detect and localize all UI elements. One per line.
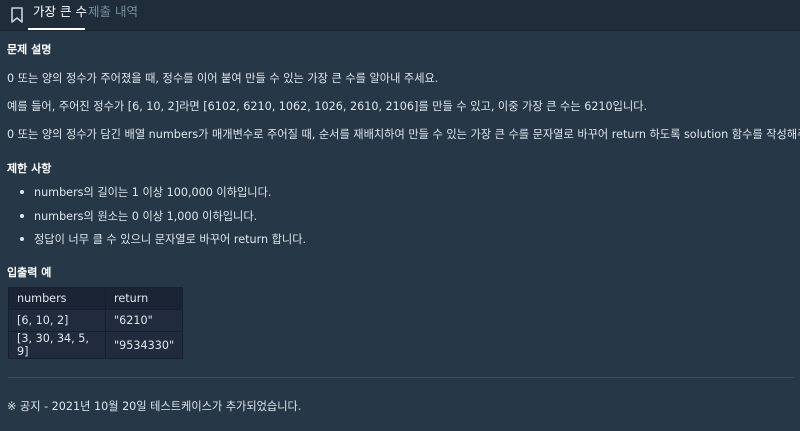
table-cell: "6210"	[104, 309, 184, 332]
table-cell: [3, 30, 34, 5, 9]	[8, 331, 106, 359]
active-tab-indicator	[28, 28, 85, 30]
list-item-text: 정답이 너무 클 수 있으니 문자열로 바꾸어 return 합니다.	[34, 233, 307, 246]
tab-submissions[interactable]: 제출 내역	[88, 4, 138, 20]
list-item-text: numbers의 길이는 1 이상 100,000 이하입니다.	[34, 186, 272, 199]
table-row: [6, 10, 2] "6210"	[8, 309, 184, 332]
description-paragraph: 0 또는 양의 정수가 담긴 배열 numbers가 매개변수로 주어질 때, …	[7, 128, 800, 141]
list-item: 정답이 너무 클 수 있으니 문자열로 바꾸어 return 합니다.	[20, 231, 307, 247]
table-cell: "9534330"	[104, 331, 184, 359]
table-cell: [6, 10, 2]	[8, 309, 106, 332]
list-item-text: numbers의 원소는 0 이상 1,000 이하입니다.	[34, 210, 258, 223]
tab-bar: 가장 큰 수 제출 내역	[0, 0, 800, 31]
examples-table: numbers return [6, 10, 2] "6210" [3, 30,…	[8, 287, 184, 359]
bullet	[20, 190, 24, 194]
description-paragraph: 0 또는 양의 정수가 주어졌을 때, 정수를 이어 붙여 만들 수 있는 가장…	[7, 72, 439, 85]
list-item: numbers의 원소는 0 이상 1,000 이하입니다.	[20, 208, 258, 224]
bullet	[20, 214, 24, 218]
bullet	[20, 237, 24, 241]
examples-heading: 입출력 예	[7, 266, 52, 279]
column-header: numbers	[8, 287, 106, 310]
bookmark-icon[interactable]	[10, 7, 24, 23]
constraints-heading: 제한 사항	[7, 162, 52, 175]
notice-text: ※ 공지 - 2021년 10월 20일 테스트케이스가 추가되었습니다.	[7, 400, 302, 413]
column-header: return	[104, 287, 184, 310]
table-header-row: numbers return	[8, 287, 184, 310]
table-row: [3, 30, 34, 5, 9] "9534330"	[8, 331, 184, 359]
divider	[8, 377, 794, 378]
description-paragraph: 예를 들어, 주어진 정수가 [6, 10, 2]라면 [6102, 6210,…	[7, 100, 648, 113]
list-item: numbers의 길이는 1 이상 100,000 이하입니다.	[20, 184, 272, 200]
description-heading: 문제 설명	[7, 43, 52, 56]
tab-problem[interactable]: 가장 큰 수	[33, 4, 87, 20]
